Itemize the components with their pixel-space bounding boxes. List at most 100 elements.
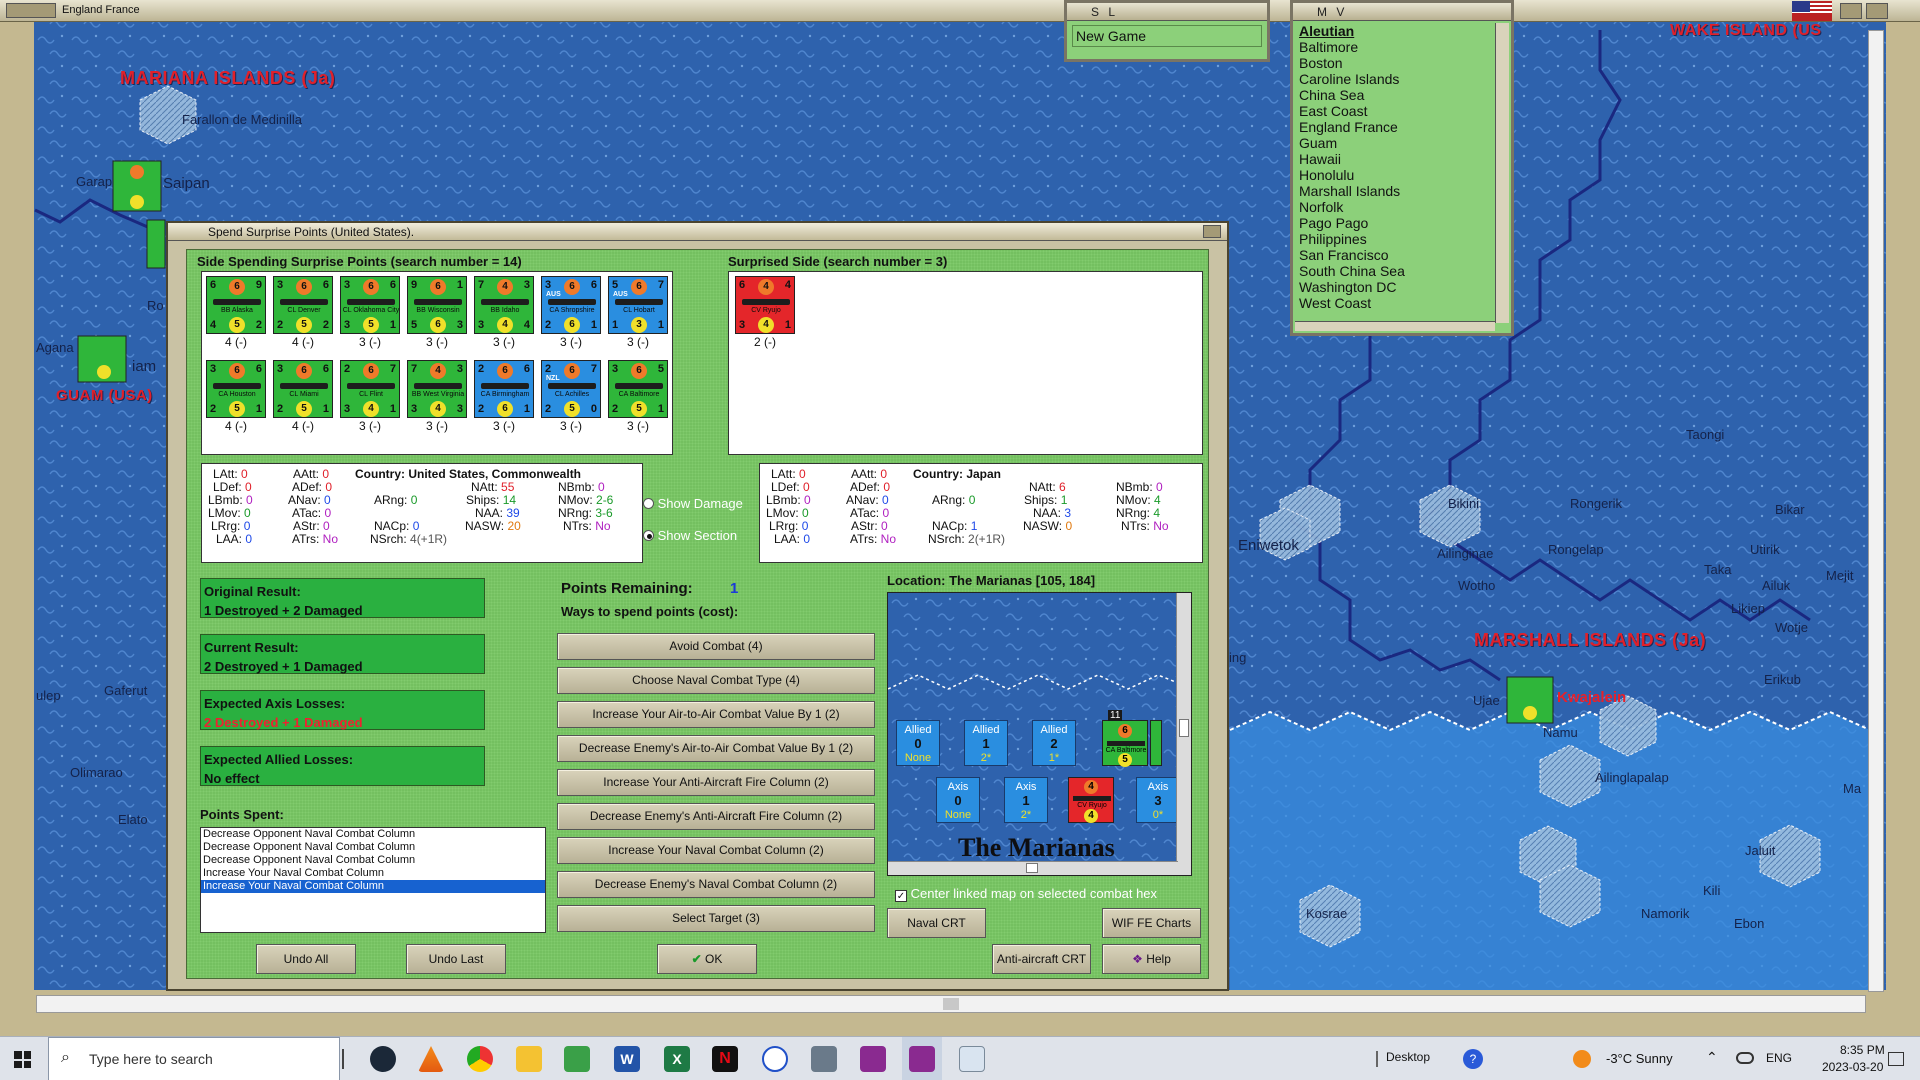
mini-map-hscroll-thumb[interactable] <box>1026 863 1038 873</box>
mv-item[interactable]: Guam <box>1299 135 1505 151</box>
unit-counter[interactable]: 3 6 2 2 6 CL Denver 5 <box>273 276 333 334</box>
window-app-icon[interactable] <box>959 1046 985 1072</box>
mv-item[interactable]: San Francisco <box>1299 247 1505 263</box>
excel-icon[interactable]: X <box>664 1046 690 1072</box>
unit-counter[interactable]: 9 1 5 3 6 BB Wisconsin 6 <box>407 276 467 334</box>
points-spent-list[interactable]: Decrease Opponent Naval Combat Column Dec… <box>200 827 546 933</box>
mini-map-hscroll[interactable] <box>888 861 1178 875</box>
mv-item[interactable]: Caroline Islands <box>1299 71 1505 87</box>
mv-item[interactable]: Marshall Islands <box>1299 183 1505 199</box>
netflix-icon[interactable]: N <box>712 1046 738 1072</box>
allied-stack-unit-2[interactable] <box>1150 720 1162 766</box>
wif-game-icon-1[interactable] <box>860 1046 886 1072</box>
allied-box[interactable]: Allied 2 1* <box>1032 720 1076 766</box>
mv-item[interactable]: Pago Pago <box>1299 215 1505 231</box>
axis-box[interactable]: Axis 3 0* <box>1136 777 1180 823</box>
tray-chevron-icon[interactable]: ⌃ <box>1706 1049 1718 1066</box>
mv-item[interactable]: England France <box>1299 119 1505 135</box>
unit-counter[interactable]: 2 7 3 1 6 CL Flint 4 <box>340 360 400 418</box>
mv-item[interactable]: Hawaii <box>1299 151 1505 167</box>
spend-option-button[interactable]: Avoid Combat (4) <box>557 633 875 660</box>
notepad-icon[interactable] <box>564 1046 590 1072</box>
mv-item[interactable]: Philippines <box>1299 231 1505 247</box>
mv-item[interactable]: South China Sea <box>1299 263 1505 279</box>
mv-item[interactable]: Norfolk <box>1299 199 1505 215</box>
unit-counter[interactable]: 5 7 1 1 6 CL Hobart AUS 3 <box>608 276 668 334</box>
vlc-icon[interactable] <box>418 1046 444 1072</box>
spend-option-button[interactable]: Increase Your Air-to-Air Combat Value By… <box>557 701 875 728</box>
mv-item[interactable]: Baltimore <box>1299 39 1505 55</box>
points-spent-item[interactable]: Decrease Opponent Naval Combat Column <box>201 828 545 841</box>
show-damage-radio[interactable] <box>643 498 654 509</box>
mv-location-list[interactable]: Aleutian Baltimore Boston Caroline Islands C… <box>1293 21 1511 313</box>
sl-new-game-item[interactable]: New Game <box>1072 25 1262 47</box>
undo-all-button[interactable]: Undo All <box>256 944 356 974</box>
unit-counter[interactable]: 2 7 2 0 6 CL Achilles NZL 5 <box>541 360 601 418</box>
mv-hscrollbar[interactable] <box>1295 321 1495 331</box>
horizontal-scrollbar[interactable] <box>36 995 1866 1013</box>
mini-map-vscroll-thumb[interactable] <box>1179 719 1189 737</box>
spend-option-button[interactable]: Decrease Enemy's Anti-Aircraft Fire Colu… <box>557 803 875 830</box>
mv-item[interactable]: East Coast <box>1299 103 1505 119</box>
spend-option-button[interactable]: Increase Your Anti-Aircraft Fire Column … <box>557 769 875 796</box>
points-spent-item[interactable]: Increase Your Naval Combat Column <box>201 880 545 893</box>
allied-box[interactable]: Allied 1 2* <box>964 720 1008 766</box>
vertical-scrollbar[interactable] <box>1868 30 1884 992</box>
notifications-icon[interactable] <box>1888 1052 1904 1066</box>
points-spent-item[interactable]: Decrease Opponent Naval Combat Column <box>201 841 545 854</box>
window-button-icon[interactable] <box>1840 3 1862 19</box>
show-section-option[interactable]: Show Section <box>643 528 737 543</box>
taskbar-search-box[interactable]: ⌕ Type here to search <box>48 1037 340 1080</box>
unit-counter[interactable]: 6 4 3 1 4 CV Ryujo 4 <box>735 276 795 334</box>
show-damage-option[interactable]: Show Damage <box>643 496 743 511</box>
points-spent-item[interactable]: Decrease Opponent Naval Combat Column <box>201 854 545 867</box>
unit-counter[interactable]: 3 5 2 1 6 CA Baltimore 5 <box>608 360 668 418</box>
network-icon[interactable] <box>1736 1052 1754 1064</box>
spend-option-button[interactable]: Choose Naval Combat Type (4) <box>557 667 875 694</box>
chrome-icon[interactable] <box>467 1046 493 1072</box>
wif-game-icon-2[interactable] <box>909 1046 935 1072</box>
anti-aircraft-crt-button[interactable]: Anti-aircraft CRT <box>992 944 1091 974</box>
center-map-option[interactable]: ✓ Center linked map on selected combat h… <box>895 886 1157 902</box>
mv-item[interactable]: West Coast <box>1299 295 1505 311</box>
mv-scrollbar[interactable] <box>1495 23 1509 323</box>
calculator-icon[interactable] <box>811 1046 837 1072</box>
spend-option-button[interactable]: Decrease Enemy's Air-to-Air Combat Value… <box>557 735 875 762</box>
unit-counter[interactable]: 6 9 4 2 6 BB Alaska 5 <box>206 276 266 334</box>
file-explorer-icon[interactable] <box>516 1046 542 1072</box>
unit-counter[interactable]: 3 6 2 1 6 CL Miami 5 <box>273 360 333 418</box>
naval-crt-button[interactable]: Naval CRT <box>887 908 986 938</box>
window-close-icon[interactable] <box>1866 3 1888 19</box>
show-section-radio[interactable] <box>643 530 654 541</box>
clock-time[interactable]: 8:35 PM <box>1840 1043 1885 1057</box>
allied-box[interactable]: Allied 0 None <box>896 720 940 766</box>
weather-text[interactable]: -3°C Sunny <box>1606 1051 1673 1066</box>
word-icon[interactable]: W <box>614 1046 640 1072</box>
axis-box[interactable]: Axis 1 2* <box>1004 777 1048 823</box>
unit-counter[interactable]: 7 3 3 4 4 BB Idaho 4 <box>474 276 534 334</box>
clock-date[interactable]: 2023-03-20 <box>1822 1060 1883 1074</box>
help-button[interactable]: ❖ Help <box>1102 944 1201 974</box>
network-app-icon[interactable] <box>762 1046 788 1072</box>
points-spent-item[interactable]: Increase Your Naval Combat Column <box>201 867 545 880</box>
steam-icon[interactable] <box>370 1046 396 1072</box>
taskview-icon[interactable] <box>342 1049 344 1069</box>
mv-item[interactable]: Washington DC <box>1299 279 1505 295</box>
mv-item[interactable]: China Sea <box>1299 87 1505 103</box>
unit-counter[interactable]: 3 6 2 1 6 CA Shropshire AUS 6 <box>541 276 601 334</box>
mv-item[interactable]: Aleutian <box>1299 23 1505 39</box>
allied-stack-unit[interactable]: 6 CA Baltimore 5 <box>1102 720 1148 767</box>
axis-stack-unit[interactable]: 4 CV Ryujo 4 <box>1068 777 1114 823</box>
unit-counter[interactable]: 3 6 2 1 6 CA Houston 5 <box>206 360 266 418</box>
axis-box[interactable]: Axis 0 None <box>936 777 980 823</box>
spend-option-button[interactable]: Increase Your Naval Combat Column (2) <box>557 837 875 864</box>
wif-fe-charts-button[interactable]: WIF FE Charts <box>1102 908 1201 938</box>
help-assist-icon[interactable]: ? <box>1463 1049 1483 1069</box>
windows-start-icon[interactable] <box>14 1051 31 1068</box>
mv-item[interactable]: Honolulu <box>1299 167 1505 183</box>
spend-option-button[interactable]: Decrease Enemy's Naval Combat Column (2) <box>557 871 875 898</box>
mv-item[interactable]: Boston <box>1299 55 1505 71</box>
desktop-toolbar[interactable]: Desktop <box>1386 1050 1430 1064</box>
ok-button[interactable]: ✔ OK <box>657 944 757 974</box>
language-indicator[interactable]: ENG <box>1766 1051 1792 1065</box>
